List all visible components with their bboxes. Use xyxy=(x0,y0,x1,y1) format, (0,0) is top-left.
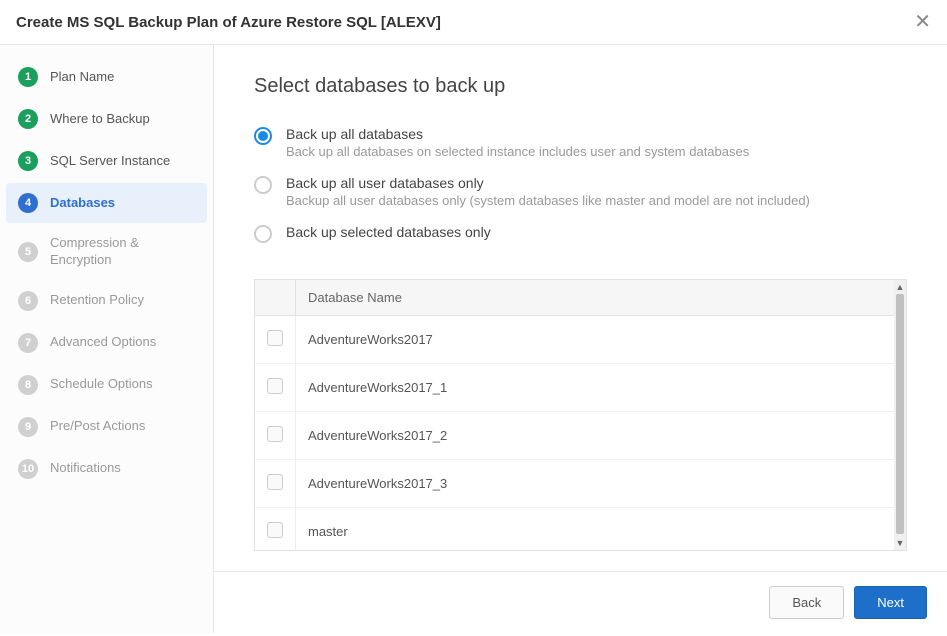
database-name-cell: AdventureWorks2017_3 xyxy=(296,460,895,508)
table-header-name: Database Name xyxy=(296,280,895,316)
wizard-step-3[interactable]: 3 SQL Server Instance xyxy=(6,141,207,181)
step-number-badge: 7 xyxy=(18,333,38,353)
step-number-badge: 6 xyxy=(18,291,38,311)
wizard-step-10[interactable]: 10 Notifications xyxy=(6,449,207,489)
database-name-cell: AdventureWorks2017 xyxy=(296,316,895,364)
table-row: master xyxy=(255,508,894,551)
radio-label: Back up all user databases only xyxy=(286,175,810,191)
radio-description: Back up all databases on selected instan… xyxy=(286,144,749,159)
table-header-checkbox xyxy=(255,280,296,316)
back-button[interactable]: Back xyxy=(769,586,844,619)
backup-option-2[interactable]: Back up selected databases only xyxy=(254,224,907,243)
checkbox[interactable] xyxy=(267,522,283,538)
table-row: AdventureWorks2017_3 xyxy=(255,460,894,508)
scrollbar-thumb[interactable] xyxy=(896,294,904,534)
step-label: Notifications xyxy=(50,460,121,477)
next-button[interactable]: Next xyxy=(854,586,927,619)
step-number-badge: 4 xyxy=(18,193,38,213)
wizard-step-5[interactable]: 5 Compression & Encryption xyxy=(6,225,207,279)
radio-label: Back up selected databases only xyxy=(286,224,491,240)
backup-option-1[interactable]: Back up all user databases only Backup al… xyxy=(254,175,907,208)
radio-description: Backup all user databases only (system d… xyxy=(286,193,810,208)
scroll-up-icon[interactable]: ▲ xyxy=(896,280,905,294)
step-label: Databases xyxy=(50,195,115,212)
radio-icon xyxy=(254,176,272,194)
close-icon[interactable]: ✕ xyxy=(914,12,931,32)
checkbox[interactable] xyxy=(267,426,283,442)
wizard-step-1[interactable]: 1 Plan Name xyxy=(6,57,207,97)
row-checkbox-cell xyxy=(255,364,296,412)
scrollbar[interactable]: ▲ ▼ xyxy=(894,280,906,550)
step-label: Advanced Options xyxy=(50,334,156,351)
database-table-container: Database Name AdventureWorks2017Adventur… xyxy=(254,279,907,551)
page-title: Select databases to back up xyxy=(254,75,907,98)
step-number-badge: 5 xyxy=(18,242,38,262)
row-checkbox-cell xyxy=(255,460,296,508)
wizard-step-4[interactable]: 4 Databases xyxy=(6,183,207,223)
scroll-down-icon[interactable]: ▼ xyxy=(896,536,905,550)
database-name-cell: AdventureWorks2017_1 xyxy=(296,364,895,412)
step-label: SQL Server Instance xyxy=(50,153,170,170)
step-number-badge: 10 xyxy=(18,459,38,479)
radio-label: Back up all databases xyxy=(286,126,749,142)
dialog-header: Create MS SQL Backup Plan of Azure Resto… xyxy=(0,0,947,45)
step-label: Plan Name xyxy=(50,69,114,86)
backup-option-0[interactable]: Back up all databases Back up all databas… xyxy=(254,126,907,159)
table-row: AdventureWorks2017_2 xyxy=(255,412,894,460)
dialog-title: Create MS SQL Backup Plan of Azure Resto… xyxy=(16,14,441,31)
step-number-badge: 8 xyxy=(18,375,38,395)
row-checkbox-cell xyxy=(255,508,296,551)
wizard-step-7[interactable]: 7 Advanced Options xyxy=(6,323,207,363)
row-checkbox-cell xyxy=(255,316,296,364)
dialog-footer: Back Next xyxy=(214,571,947,633)
backup-mode-radio-group: Back up all databases Back up all databas… xyxy=(254,126,907,259)
radio-icon xyxy=(254,127,272,145)
checkbox[interactable] xyxy=(267,330,283,346)
step-number-badge: 3 xyxy=(18,151,38,171)
checkbox[interactable] xyxy=(267,378,283,394)
database-table: Database Name AdventureWorks2017Adventur… xyxy=(255,280,894,550)
step-number-badge: 2 xyxy=(18,109,38,129)
wizard-step-9[interactable]: 9 Pre/Post Actions xyxy=(6,407,207,447)
step-label: Pre/Post Actions xyxy=(50,418,145,435)
step-number-badge: 9 xyxy=(18,417,38,437)
checkbox[interactable] xyxy=(267,474,283,490)
radio-icon xyxy=(254,225,272,243)
step-label: Where to Backup xyxy=(50,111,150,128)
wizard-step-8[interactable]: 8 Schedule Options xyxy=(6,365,207,405)
wizard-step-6[interactable]: 6 Retention Policy xyxy=(6,281,207,321)
step-label: Schedule Options xyxy=(50,376,153,393)
table-row: AdventureWorks2017_1 xyxy=(255,364,894,412)
step-label: Retention Policy xyxy=(50,292,144,309)
database-name-cell: master xyxy=(296,508,895,551)
database-name-cell: AdventureWorks2017_2 xyxy=(296,412,895,460)
row-checkbox-cell xyxy=(255,412,296,460)
step-label: Compression & Encryption xyxy=(50,235,195,269)
step-number-badge: 1 xyxy=(18,67,38,87)
wizard-sidebar: 1 Plan Name 2 Where to Backup 3 SQL Server In… xyxy=(0,45,214,633)
table-row: AdventureWorks2017 xyxy=(255,316,894,364)
wizard-step-2[interactable]: 2 Where to Backup xyxy=(6,99,207,139)
